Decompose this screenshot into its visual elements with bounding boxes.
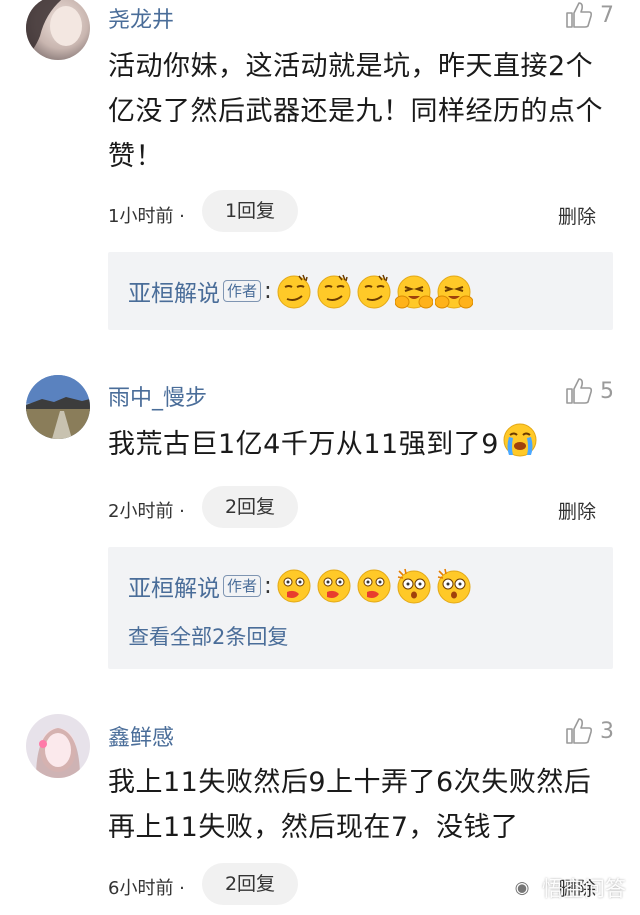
author-name[interactable]: 亚桓解说 bbox=[128, 569, 220, 603]
vomit-emoji-icon bbox=[355, 567, 393, 605]
crying-emoji-icon bbox=[501, 421, 539, 459]
comment-text-body: 我荒古巨1亿4千万从11强到了9 bbox=[108, 429, 499, 460]
avatar-photo bbox=[26, 375, 90, 439]
wukong-logo-icon: ◉ bbox=[508, 874, 536, 902]
reply-count-button[interactable]: 2回复 bbox=[202, 486, 298, 528]
username[interactable]: 雨中_慢步 bbox=[108, 380, 207, 412]
like-count: 3 bbox=[600, 718, 614, 744]
laugh-cover-emoji-icon bbox=[394, 272, 433, 310]
reply-count-button[interactable]: 1回复 bbox=[202, 190, 298, 232]
vomit-emoji-icon bbox=[315, 567, 353, 605]
watermark: ◉ 悟空问答 bbox=[508, 873, 626, 903]
like-button[interactable]: 7 bbox=[564, 0, 614, 30]
like-button[interactable]: 5 bbox=[564, 376, 614, 406]
like-count: 5 bbox=[600, 378, 614, 404]
view-all-replies-link[interactable]: 查看全部2条回复 bbox=[128, 621, 288, 651]
thumbs-up-icon bbox=[566, 378, 593, 404]
smirk-emoji-icon bbox=[275, 272, 313, 310]
comment-time: 6小时前 · bbox=[108, 878, 185, 899]
author-badge: 作者 bbox=[223, 280, 262, 302]
like-count: 7 bbox=[600, 2, 614, 28]
vomit-emoji-icon bbox=[275, 567, 313, 605]
comment-text: 活动你妹，这活动就是坑，昨天直接2个亿没了然后武器还是九！同样经历的点个赞！ bbox=[108, 51, 603, 172]
reply-count-button[interactable]: 2回复 bbox=[202, 863, 298, 905]
avatar[interactable] bbox=[26, 714, 90, 778]
comment-time: 2小时前 · bbox=[108, 501, 185, 522]
author-reply-box[interactable]: 亚桓解说 作者 : 查看全部2条回复 bbox=[108, 547, 613, 669]
colon: : bbox=[264, 278, 272, 304]
avatar[interactable] bbox=[26, 0, 90, 60]
author-reply-box[interactable]: 亚桓解说 作者 : bbox=[108, 252, 613, 330]
avatar-photo bbox=[26, 714, 90, 778]
author-badge: 作者 bbox=[223, 575, 262, 597]
avatar-photo bbox=[26, 0, 90, 60]
avatar[interactable] bbox=[26, 375, 90, 439]
watermark-text: 悟空问答 bbox=[542, 877, 626, 901]
smirk-emoji-icon bbox=[315, 272, 353, 310]
thumbs-up-icon bbox=[566, 718, 593, 744]
like-button[interactable]: 3 bbox=[564, 716, 614, 746]
username[interactable]: 尧龙井 bbox=[108, 2, 174, 34]
thumbs-up-icon bbox=[566, 2, 593, 28]
author-name[interactable]: 亚桓解说 bbox=[128, 274, 220, 308]
colon: : bbox=[264, 573, 272, 599]
delete-button[interactable]: 删除 bbox=[558, 202, 596, 229]
laugh-cover-emoji-icon bbox=[434, 272, 473, 310]
smirk-emoji-icon bbox=[355, 272, 393, 310]
shocked-emoji-icon bbox=[435, 567, 473, 605]
comment-text: 我上11失败然后9上十弄了6次失败然后再上11失败，然后现在7，没钱了 bbox=[108, 767, 592, 843]
comment-time: 1小时前 · bbox=[108, 206, 185, 227]
shocked-emoji-icon bbox=[395, 567, 433, 605]
comment-text: 我荒古巨1亿4千万从11强到了9 bbox=[108, 421, 618, 467]
username[interactable]: 鑫鲜感 bbox=[108, 720, 174, 752]
delete-button[interactable]: 删除 bbox=[558, 497, 596, 524]
